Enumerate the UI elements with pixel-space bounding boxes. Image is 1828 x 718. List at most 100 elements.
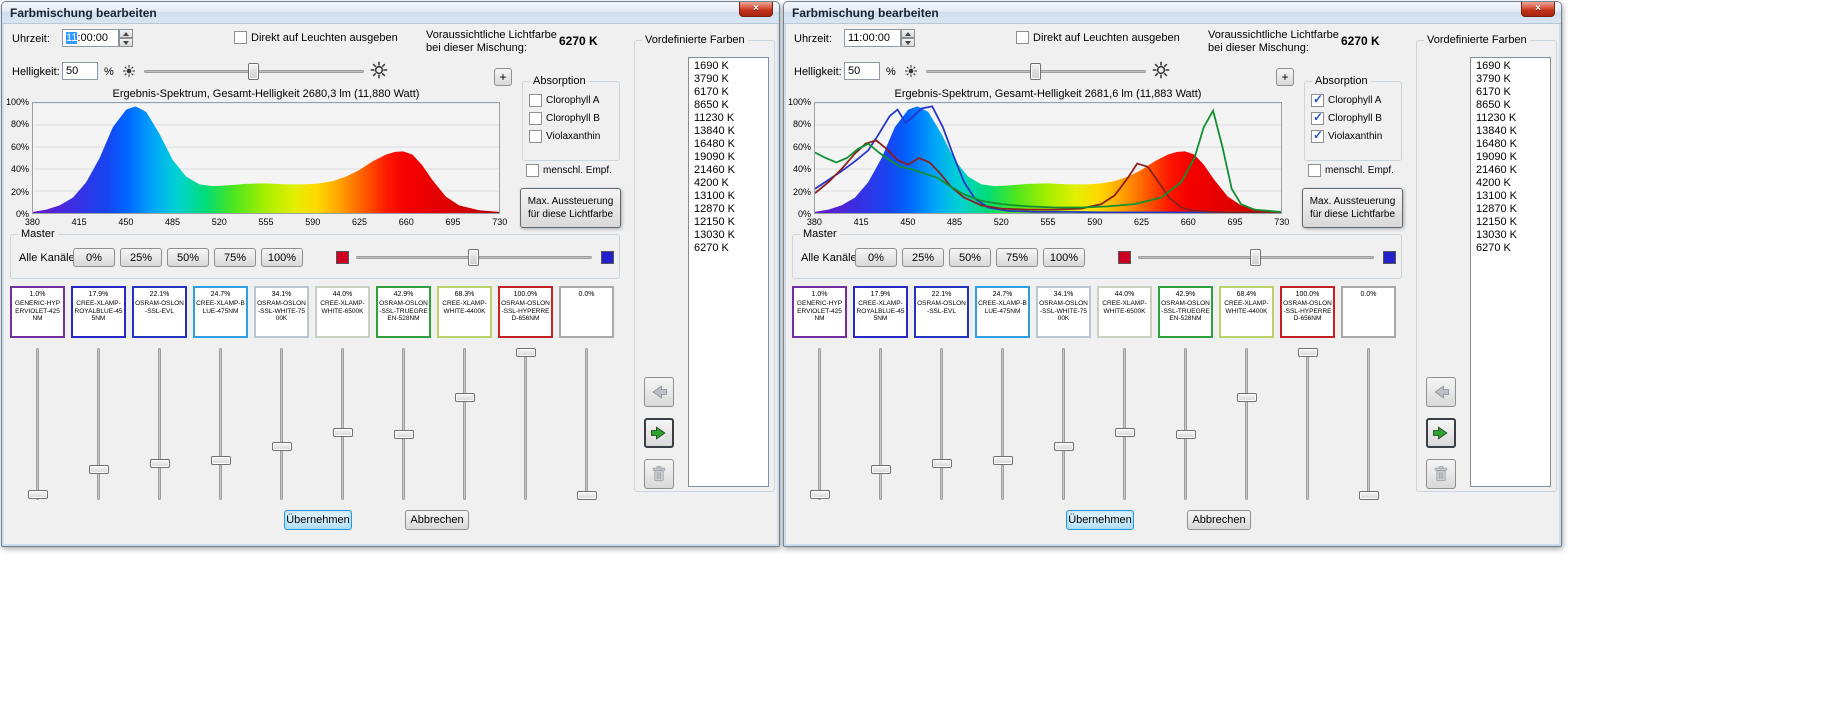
apply-button[interactable]: Übernehmen — [1066, 510, 1134, 530]
kelvin-list-item[interactable]: 13840 K — [1471, 125, 1550, 138]
kelvin-list-item[interactable]: 19090 K — [1471, 151, 1550, 164]
predefined-colors-list[interactable]: 1690 K3790 K6170 K8650 K11230 K13840 K16… — [688, 57, 769, 487]
direct-output-checkbox[interactable]: Direkt auf Leuchten ausgeben — [1016, 31, 1180, 44]
master-preset-button[interactable]: 75% — [214, 248, 256, 267]
channel-slider[interactable] — [1219, 348, 1274, 500]
load-color-button[interactable] — [644, 377, 674, 407]
channel-info-box[interactable]: 34.1% OSRAM-OSLON-SSL-WHITE-7500K — [1036, 286, 1091, 338]
checkbox-box[interactable] — [1311, 94, 1324, 107]
channel-info-box[interactable]: 68.4% CREE-XLAMP-WHITE-4400K — [1219, 286, 1274, 338]
brightness-slider[interactable] — [142, 62, 366, 81]
channel-slider[interactable] — [498, 348, 553, 500]
spin-down-button[interactable] — [901, 38, 915, 47]
channel-slider[interactable] — [914, 348, 969, 500]
spin-down-button[interactable] — [119, 38, 133, 47]
checkbox-box[interactable] — [1311, 112, 1324, 125]
channel-slider-thumb[interactable] — [1176, 430, 1196, 439]
kelvin-list-item[interactable]: 13030 K — [689, 229, 768, 242]
kelvin-list-item[interactable]: 4200 K — [689, 177, 768, 190]
channel-slider[interactable] — [1036, 348, 1091, 500]
channel-slider-thumb[interactable] — [1237, 393, 1257, 402]
channel-info-box[interactable]: 22.1% OSRAM-OSLON-SSL-EVL — [914, 286, 969, 338]
channel-slider-thumb[interactable] — [211, 456, 231, 465]
absorption-checkbox[interactable]: Violaxanthin — [529, 130, 600, 143]
kelvin-list-item[interactable]: 13840 K — [689, 125, 768, 138]
master-preset-button[interactable]: 25% — [902, 248, 944, 267]
channel-slider[interactable] — [254, 348, 309, 500]
channel-info-box[interactable]: 0.0% — [559, 286, 614, 338]
kelvin-list-item[interactable]: 13100 K — [1471, 190, 1550, 203]
channel-info-box[interactable]: 22.1% OSRAM-OSLON-SSL-EVL — [132, 286, 187, 338]
kelvin-list-item[interactable]: 16480 K — [1471, 138, 1550, 151]
channel-slider-thumb[interactable] — [150, 459, 170, 468]
kelvin-list-item[interactable]: 8650 K — [1471, 99, 1550, 112]
channel-slider-thumb[interactable] — [577, 491, 597, 500]
channel-slider-thumb[interactable] — [516, 348, 536, 357]
channel-slider-thumb[interactable] — [993, 456, 1013, 465]
channel-slider[interactable] — [193, 348, 248, 500]
master-slider[interactable] — [1136, 248, 1376, 267]
kelvin-list-item[interactable]: 12870 K — [689, 203, 768, 216]
channel-info-box[interactable]: 17.9% CREE-XLAMP-ROYALBLUE-455NM — [71, 286, 126, 338]
master-preset-button[interactable]: 0% — [73, 248, 115, 267]
kelvin-list-item[interactable]: 16480 K — [689, 138, 768, 151]
master-preset-button[interactable]: 100% — [1043, 248, 1085, 267]
max-level-button[interactable]: Max. Aussteuerung für diese Lichtfarbe — [520, 188, 621, 228]
human-sensitivity-checkbox[interactable]: menschl. Empf. — [526, 164, 612, 177]
kelvin-list-item[interactable]: 6170 K — [1471, 86, 1550, 99]
channel-slider[interactable] — [1341, 348, 1396, 500]
kelvin-list-item[interactable]: 3790 K — [689, 73, 768, 86]
save-color-button[interactable] — [1426, 418, 1456, 448]
predefined-colors-list[interactable]: 1690 K3790 K6170 K8650 K11230 K13840 K16… — [1470, 57, 1551, 487]
channel-info-box[interactable]: 17.9% CREE-XLAMP-ROYALBLUE-455NM — [853, 286, 908, 338]
brightness-slider-thumb[interactable] — [1030, 63, 1041, 80]
channel-slider[interactable] — [376, 348, 431, 500]
spin-up-button[interactable] — [901, 29, 915, 38]
kelvin-list-item[interactable]: 12150 K — [1471, 216, 1550, 229]
channel-slider[interactable] — [975, 348, 1030, 500]
master-slider[interactable] — [354, 248, 594, 267]
channel-slider-thumb[interactable] — [455, 393, 475, 402]
master-preset-button[interactable]: 100% — [261, 248, 303, 267]
kelvin-list-item[interactable]: 13030 K — [1471, 229, 1550, 242]
kelvin-list-item[interactable]: 4200 K — [1471, 177, 1550, 190]
time-input[interactable]: 11:00:00 — [844, 29, 901, 47]
load-color-button[interactable] — [1426, 377, 1456, 407]
cancel-button[interactable]: Abbrechen — [405, 510, 469, 530]
channel-info-box[interactable]: 68.3% CREE-XLAMP-WHITE-4400K — [437, 286, 492, 338]
checkbox-box[interactable] — [1311, 130, 1324, 143]
kelvin-list-item[interactable]: 6270 K — [1471, 242, 1550, 255]
channel-slider-thumb[interactable] — [1115, 428, 1135, 437]
channel-slider[interactable] — [1158, 348, 1213, 500]
delete-color-button[interactable] — [644, 459, 674, 489]
time-input[interactable]: 11:00:00 — [62, 29, 119, 47]
brightness-slider-thumb[interactable] — [248, 63, 259, 80]
titlebar[interactable]: Farbmischung bearbeiten × — [784, 2, 1561, 24]
kelvin-list-item[interactable]: 12870 K — [1471, 203, 1550, 216]
channel-slider[interactable] — [71, 348, 126, 500]
channel-info-box[interactable]: 100.0% OSRAM-OSLON-SSL-HYPERRED-656NM — [498, 286, 553, 338]
close-button[interactable]: × — [1521, 2, 1555, 17]
channel-slider[interactable] — [1097, 348, 1152, 500]
channel-info-box[interactable]: 42.9% OSRAM-OSLON-SSL-TRUEGREEN-528NM — [376, 286, 431, 338]
absorption-checkbox[interactable]: Clorophyll A — [529, 94, 600, 107]
channel-slider[interactable] — [10, 348, 65, 500]
channel-slider[interactable] — [315, 348, 370, 500]
expand-button[interactable]: + — [1276, 68, 1294, 86]
brightness-input[interactable]: 50 — [844, 62, 880, 80]
kelvin-list-item[interactable]: 21460 K — [689, 164, 768, 177]
kelvin-list-item[interactable]: 11230 K — [1471, 112, 1550, 125]
channel-slider-thumb[interactable] — [932, 459, 952, 468]
channel-info-box[interactable]: 100.0% OSRAM-OSLON-SSL-HYPERRED-656NM — [1280, 286, 1335, 338]
spin-up-button[interactable] — [119, 29, 133, 38]
kelvin-list-item[interactable]: 1690 K — [689, 60, 768, 73]
kelvin-list-item[interactable]: 1690 K — [1471, 60, 1550, 73]
channel-info-box[interactable]: 42.9% OSRAM-OSLON-SSL-TRUEGREEN-528NM — [1158, 286, 1213, 338]
absorption-checkbox[interactable]: Violaxanthin — [1311, 130, 1382, 143]
brightness-input[interactable]: 50 — [62, 62, 98, 80]
kelvin-list-item[interactable]: 21460 K — [1471, 164, 1550, 177]
expand-button[interactable]: + — [494, 68, 512, 86]
channel-info-box[interactable]: 44.0% CREE-XLAMP-WHITE-6500K — [1097, 286, 1152, 338]
channel-info-box[interactable]: 34.1% OSRAM-OSLON-SSL-WHITE-7500K — [254, 286, 309, 338]
absorption-checkbox[interactable]: Clorophyll A — [1311, 94, 1382, 107]
